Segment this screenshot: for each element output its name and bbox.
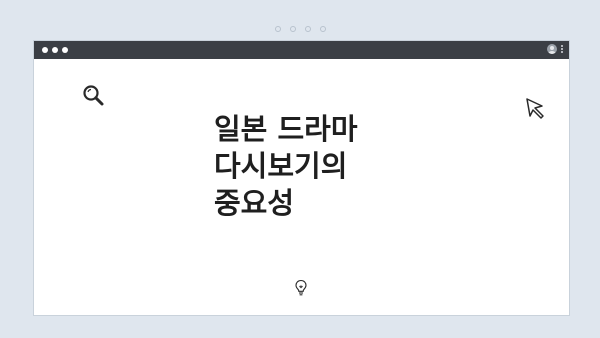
page-title: 일본 드라마 다시보기의 중요성 xyxy=(214,111,454,222)
lightbulb-icon xyxy=(295,279,307,296)
title-line-3: 중요성 xyxy=(214,186,295,220)
slide-canvas: 일본 드라마 다시보기의 중요성 xyxy=(0,0,600,338)
carousel-dot[interactable] xyxy=(274,26,281,32)
titlebar-actions xyxy=(547,44,563,54)
carousel-dot[interactable] xyxy=(319,26,326,32)
window-titlebar xyxy=(34,41,569,59)
browser-window: 일본 드라마 다시보기의 중요성 xyxy=(33,40,570,316)
window-controls xyxy=(42,47,68,53)
search-icon xyxy=(83,85,104,106)
cursor-arrow-icon xyxy=(526,98,544,119)
title-line-1: 일본 드라마 xyxy=(214,112,358,146)
carousel-indicator xyxy=(0,26,600,32)
profile-icon[interactable] xyxy=(547,44,557,54)
maximize-window-button[interactable] xyxy=(62,47,68,53)
kebab-menu-icon[interactable] xyxy=(561,45,563,53)
carousel-dot[interactable] xyxy=(289,26,296,32)
carousel-dot[interactable] xyxy=(304,26,311,32)
title-line-2: 다시보기의 xyxy=(214,149,348,183)
minimize-window-button[interactable] xyxy=(52,47,58,53)
close-window-button[interactable] xyxy=(42,47,48,53)
